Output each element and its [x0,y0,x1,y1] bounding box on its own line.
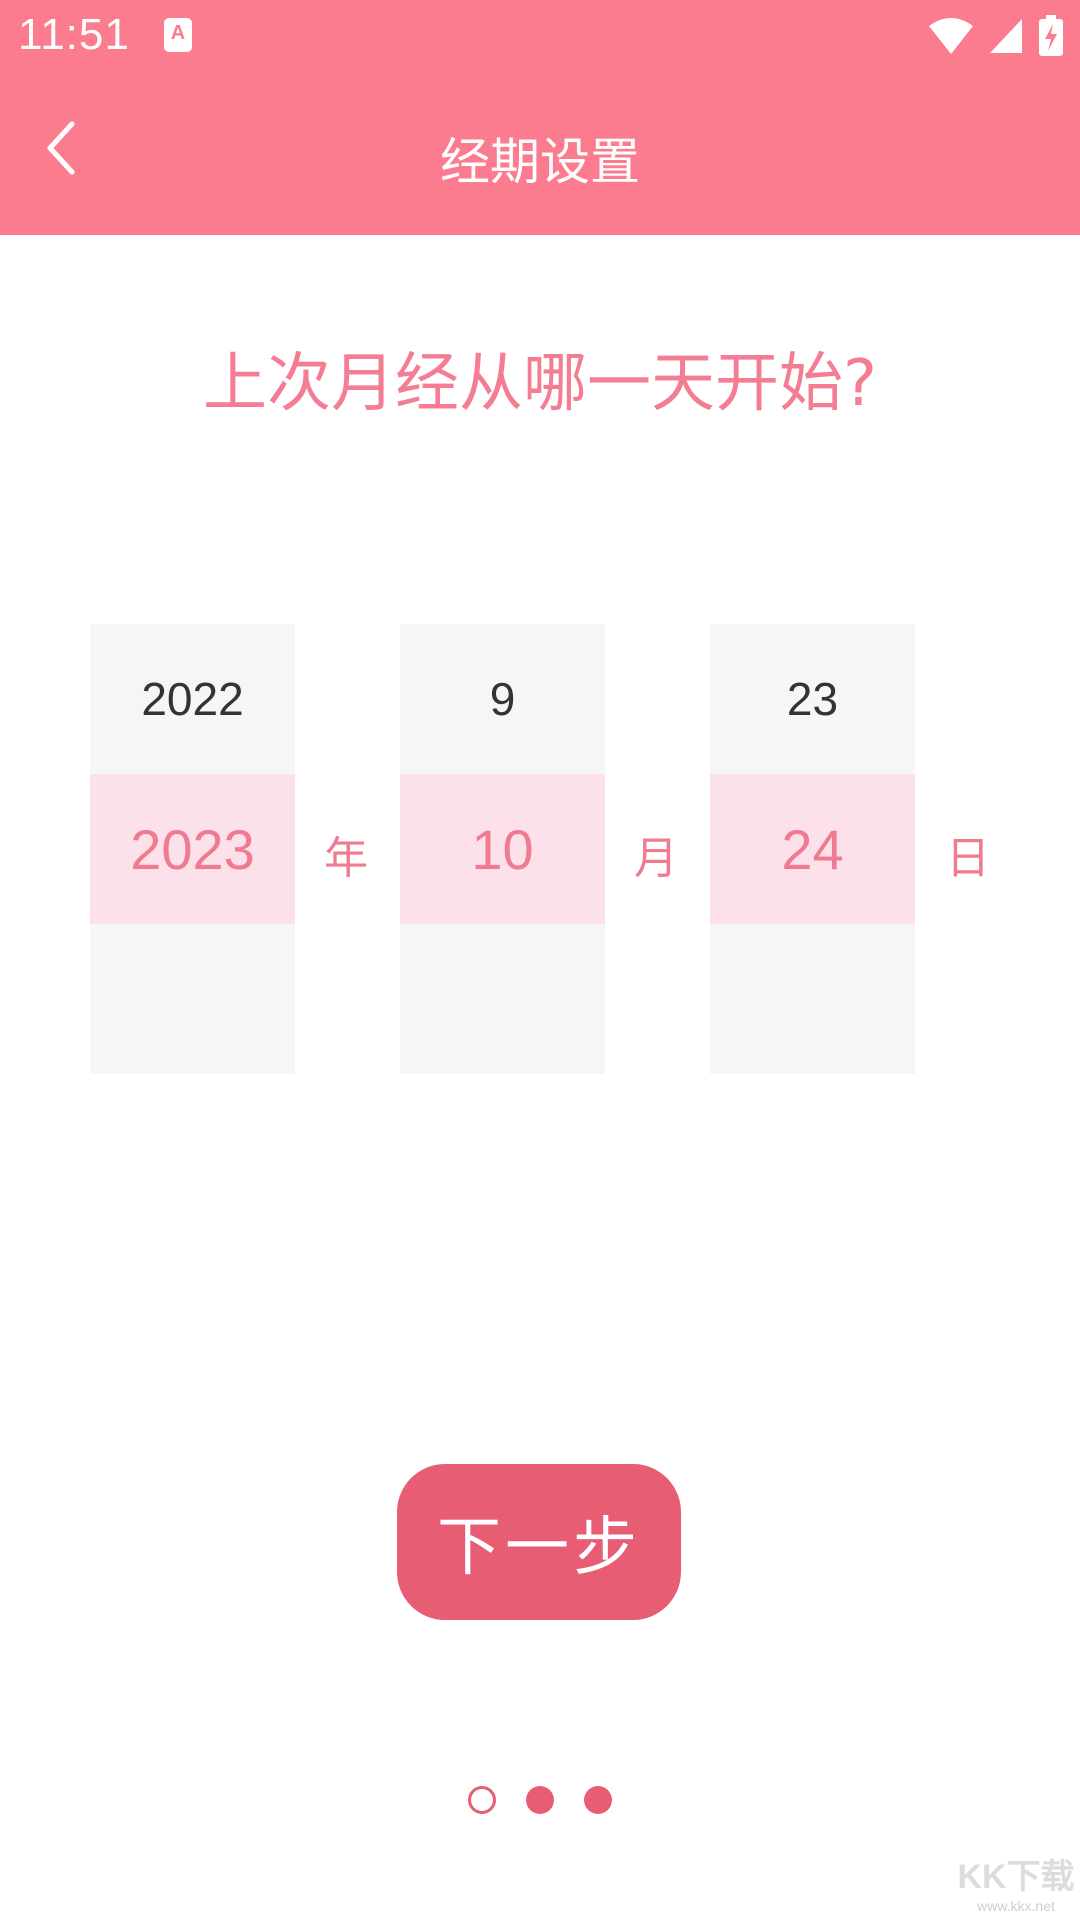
notification-icon: A [164,18,192,52]
year-picker[interactable]: 2022 2023 [90,624,295,1074]
wifi-icon [929,18,973,54]
year-option-prev[interactable]: 2022 [90,624,295,774]
app-bar: 11:51 A 经期设置 [0,0,1080,235]
watermark-main: KK下载 [957,1858,1075,1896]
month-unit-label: 月 [634,833,678,884]
year-unit-label: 年 [324,833,368,884]
page-indicator-dot-1 [468,1786,496,1814]
day-option-selected[interactable]: 24 [710,774,915,924]
month-option-next[interactable] [400,924,605,1074]
month-option-selected[interactable]: 10 [400,774,605,924]
page-indicator-dot-3 [584,1786,612,1814]
year-option-next[interactable] [90,924,295,1074]
day-picker[interactable]: 23 24 [710,624,915,1074]
status-time: 11:51 [18,10,130,59]
watermark-logo: KK下载 www.kkx.net [956,1849,1076,1914]
year-option-selected[interactable]: 2023 [90,774,295,924]
day-unit-label: 日 [946,833,990,884]
month-option-prev[interactable]: 9 [400,624,605,774]
month-picker[interactable]: 9 10 [400,624,605,1074]
battery-charging-icon [1039,15,1063,56]
watermark-url: www.kkx.net [977,1898,1055,1914]
day-option-prev[interactable]: 23 [710,624,915,774]
page-title: 经期设置 [440,133,640,191]
page-indicator-dot-2 [526,1786,554,1814]
signal-icon [990,19,1022,53]
day-option-next[interactable] [710,924,915,1074]
next-step-button[interactable]: 下一步 [397,1464,681,1620]
status-icons [928,14,1064,58]
question-text: 上次月经从哪一天开始? [203,347,877,421]
